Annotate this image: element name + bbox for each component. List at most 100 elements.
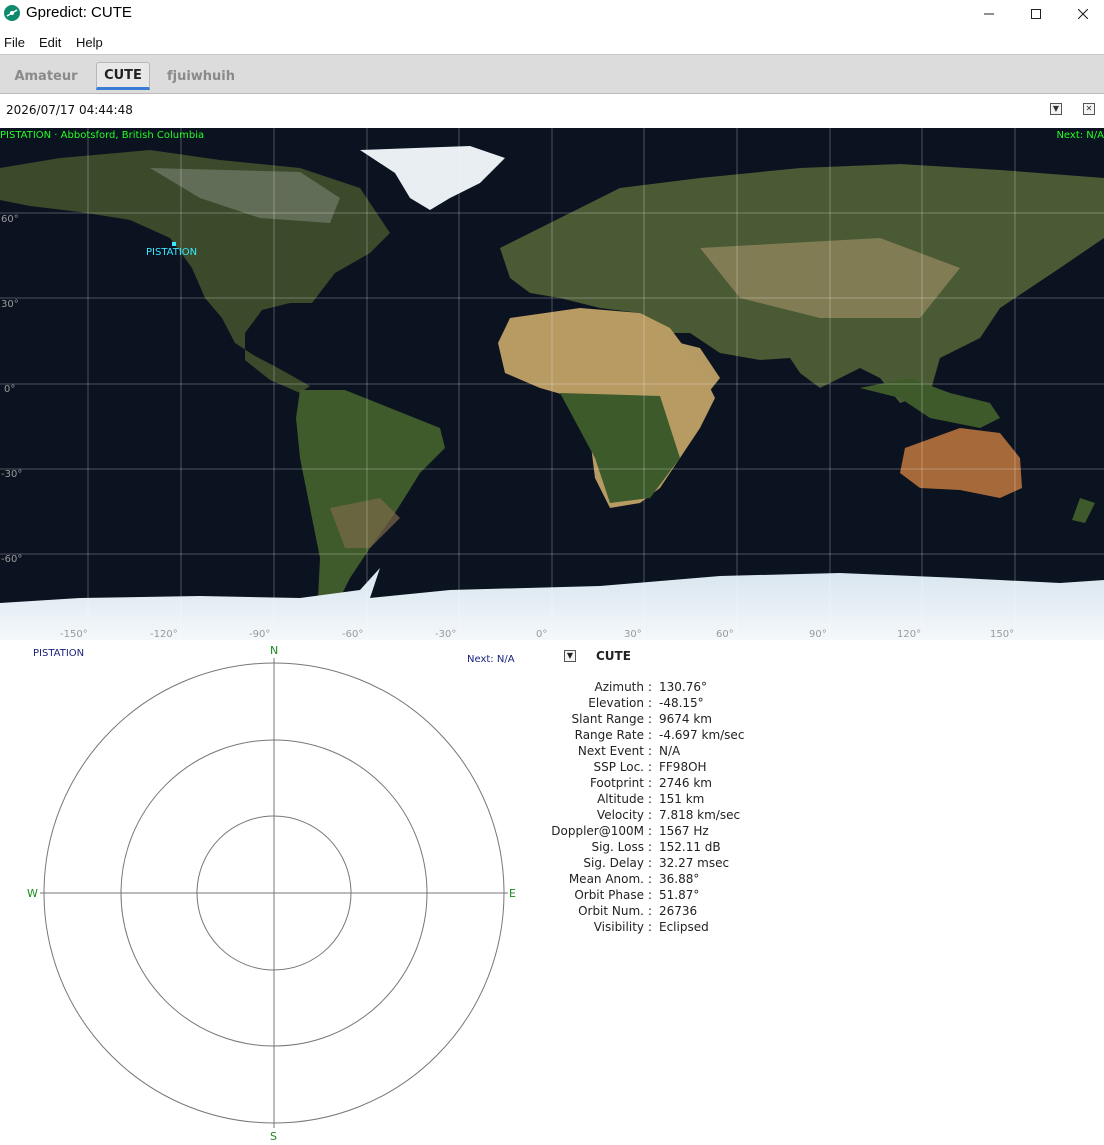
satellite-options-button[interactable]: ▼ — [564, 650, 576, 662]
info-value: 1567 Hz — [659, 824, 709, 838]
info-separator: : — [648, 824, 653, 838]
info-label: Visibility — [593, 920, 644, 934]
info-separator: : — [648, 760, 653, 774]
menu-help[interactable]: Help — [76, 35, 103, 50]
info-row: Sig. Loss:152.11 dB — [548, 840, 1104, 856]
module-datetime: 2026/07/17 04:44:48 — [6, 103, 133, 117]
info-separator: : — [648, 808, 653, 822]
close-button[interactable] — [1060, 0, 1104, 28]
info-value: 2746 km — [659, 776, 712, 790]
info-row: Slant Range:9674 km — [548, 712, 1104, 728]
info-separator: : — [648, 888, 653, 902]
menu-bar: File Edit Help — [0, 30, 1104, 54]
module-header: 2026/07/17 04:44:48 ▼ ✕ — [0, 95, 1104, 127]
info-separator: : — [648, 792, 653, 806]
info-label: Sig. Loss — [591, 840, 644, 854]
info-row: Visibility: Eclipsed — [548, 920, 1104, 936]
info-value: FF98OH — [659, 760, 707, 774]
title-bar: Gpredict: CUTE — [0, 0, 1104, 28]
lon-label-60: 60° — [716, 629, 734, 640]
menu-file[interactable]: File — [4, 35, 25, 50]
module-close-button[interactable]: ✕ — [1083, 103, 1095, 115]
info-separator: : — [648, 920, 653, 934]
polar-view[interactable]: PISTATION Next: N/A N S E W — [0, 640, 548, 1145]
info-row: Velocity:7.818 km/sec — [548, 808, 1104, 824]
info-row: Doppler@100M:1567 Hz — [548, 824, 1104, 840]
lon-label-minus-120: -120° — [150, 629, 178, 640]
lon-label-minus-150: -150° — [60, 629, 88, 640]
tab-amateur[interactable]: Amateur — [10, 62, 82, 90]
satellite-info-panel: ▼ CUTE Azimuth:130.76° Elevation: -48.15° S… — [548, 640, 1104, 1145]
world-map-canvas — [0, 128, 1104, 640]
lon-label-minus-30: -30° — [435, 629, 457, 640]
satellite-name: CUTE — [596, 649, 631, 663]
info-value: 130.76° — [659, 680, 707, 694]
lon-label-minus-90: -90° — [249, 629, 271, 640]
map-qth-label: PISTATION · Abbotsford, British Columbia — [0, 130, 205, 141]
info-row: Elevation: -48.15° — [548, 696, 1104, 712]
info-label: Orbit Num. — [578, 904, 644, 918]
info-row: Azimuth:130.76° — [548, 680, 1104, 696]
info-row: Footprint:2746 km — [548, 776, 1104, 792]
info-value: 26736 — [659, 904, 698, 918]
lon-label-120: 120° — [897, 629, 922, 640]
minimize-button[interactable] — [966, 0, 1012, 28]
info-label: Sig. Delay — [583, 856, 644, 870]
lon-label-0: 0° — [536, 629, 548, 640]
info-label: Range Rate — [574, 728, 644, 742]
info-row: Altitude:151 km — [548, 792, 1104, 808]
info-separator: : — [648, 680, 653, 694]
info-row: SSP Loc.: FF98OH — [548, 760, 1104, 776]
info-separator: : — [648, 728, 653, 742]
compass-east: E — [509, 887, 516, 900]
info-separator: : — [648, 840, 653, 854]
info-label: Next Event — [577, 744, 644, 758]
info-value: Eclipsed — [659, 920, 709, 934]
ground-station-marker[interactable] — [172, 242, 176, 246]
compass-west: W — [27, 887, 38, 900]
info-label: Elevation — [588, 696, 644, 710]
module-options-button[interactable]: ▼ — [1050, 103, 1062, 115]
maximize-button[interactable] — [1013, 0, 1059, 28]
world-map[interactable]: PISTATION · Abbotsford, British Columbia… — [0, 128, 1104, 640]
info-label: Doppler@100M — [551, 824, 644, 838]
lat-label-60: 60° — [1, 214, 19, 225]
gpredict-app-icon — [4, 5, 20, 21]
lat-label-minus-30: -30° — [1, 469, 23, 480]
info-label: Altitude — [597, 792, 644, 806]
info-row: Range Rate: -4.697 km/sec — [548, 728, 1104, 744]
info-value: 51.87° — [659, 888, 700, 902]
tab-cute[interactable]: CUTE — [96, 62, 150, 90]
lon-label-90: 90° — [809, 629, 827, 640]
info-label: SSP Loc. — [593, 760, 644, 774]
info-value: 151 km — [659, 792, 705, 806]
lat-label-0: 0° — [4, 384, 16, 395]
lat-label-30: 30° — [1, 299, 19, 310]
info-row: Mean Anom.:36.88° — [548, 872, 1104, 888]
compass-south: S — [270, 1130, 277, 1143]
info-label: Mean Anom. — [568, 872, 644, 886]
info-separator: : — [648, 776, 653, 790]
polar-plot — [40, 658, 508, 1128]
ground-station-label: PISTATION — [146, 247, 198, 258]
info-value: 9674 km — [659, 712, 712, 726]
info-label: Velocity — [596, 808, 644, 822]
info-value: 32.27 msec — [659, 856, 730, 870]
lon-label-minus-60: -60° — [342, 629, 364, 640]
info-separator: : — [648, 856, 653, 870]
info-separator: : — [648, 696, 653, 710]
module-tab-bar: Amateur CUTE fjuiwhuih — [0, 54, 1104, 94]
tab-fjuiwhuih[interactable]: fjuiwhuih — [164, 62, 238, 90]
info-value: -4.697 km/sec — [659, 728, 745, 742]
info-separator: : — [648, 712, 653, 726]
info-value: 152.11 dB — [659, 840, 721, 854]
menu-edit[interactable]: Edit — [39, 35, 61, 50]
info-label: Orbit Phase — [574, 888, 644, 902]
lat-label-minus-60: -60° — [1, 554, 23, 565]
info-value: 7.818 km/sec — [659, 808, 741, 822]
compass-north: N — [270, 644, 279, 657]
info-label: Footprint — [589, 776, 644, 790]
info-label: Azimuth — [594, 680, 644, 694]
info-separator: : — [648, 904, 653, 918]
info-row: Sig. Delay:32.27 msec — [548, 856, 1104, 872]
